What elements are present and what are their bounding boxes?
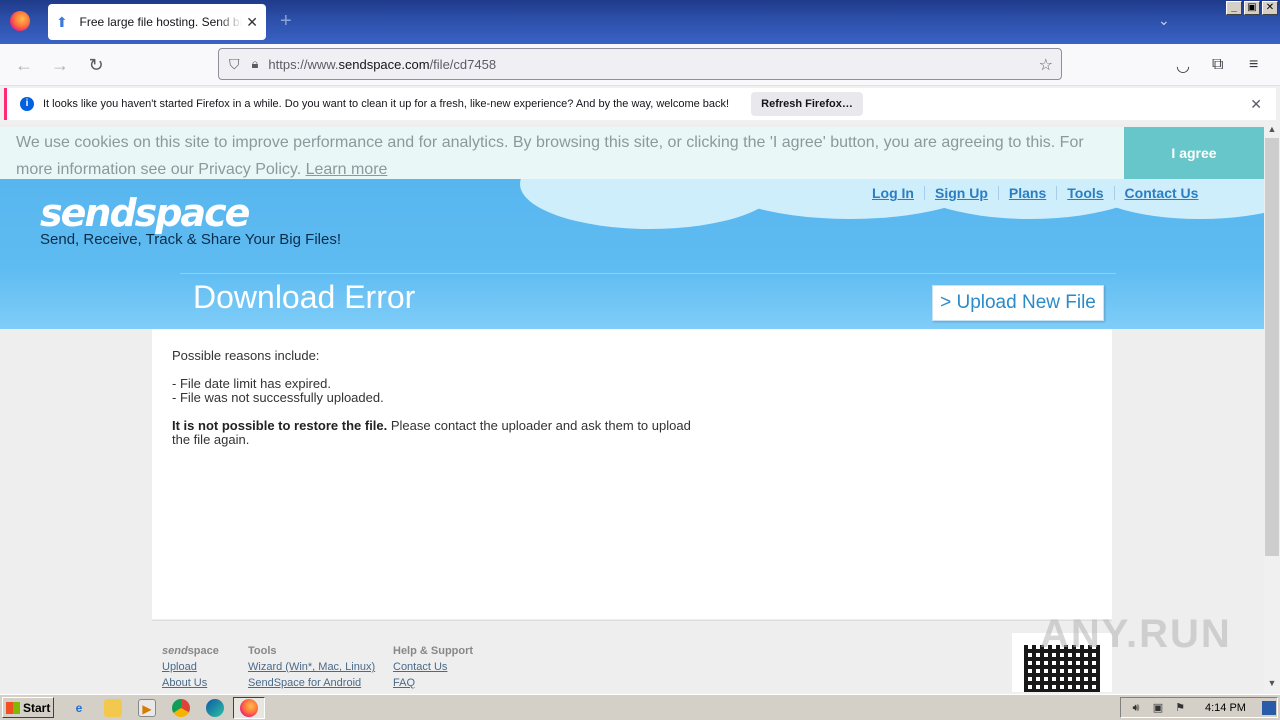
firefox-taskbar-button[interactable] (233, 697, 265, 719)
reasons-list: - File date limit has expired. - File wa… (172, 377, 702, 405)
scrollbar-thumb[interactable] (1265, 138, 1279, 556)
new-tab-button[interactable]: + (280, 10, 292, 33)
page-title: Download Error (193, 279, 416, 315)
site-header: sendspace Send, Receive, Track & Share Y… (0, 179, 1264, 329)
lock-icon[interactable]: 🔒︎ (252, 56, 259, 72)
web-page: We use cookies on this site to improve p… (0, 124, 1264, 692)
window-controls: _ ▣ ✕ (1226, 1, 1278, 15)
restore-bold: It is not possible to restore the file. (172, 418, 388, 433)
footer-col-sendspace: sendspace Upload About Us (162, 643, 219, 691)
reload-icon[interactable]: ↻ (86, 55, 106, 75)
firefox-icon[interactable] (10, 11, 30, 31)
i-agree-button[interactable]: I agree (1124, 127, 1264, 179)
footer-link-faq[interactable]: FAQ (393, 675, 473, 691)
sendspace-logo[interactable]: sendspace (40, 191, 250, 235)
network-icon[interactable]: ▣ (1151, 701, 1165, 715)
chrome-icon[interactable] (172, 699, 190, 717)
nav-log-in[interactable]: Log In (862, 185, 924, 201)
tagline: Send, Receive, Track & Share Your Big Fi… (40, 231, 341, 248)
url-text[interactable]: https://www.sendspace.com/file/cd7458 (268, 57, 496, 72)
footer-link-about-us[interactable]: About Us (162, 675, 219, 691)
show-desktop-icon[interactable] (1261, 700, 1276, 715)
page-scrollbar[interactable]: ▲ ▼ (1264, 124, 1280, 692)
footer-heading-help: Help & Support (393, 645, 474, 657)
reason-expired: - File date limit has expired. (172, 376, 331, 391)
footer-link-upload[interactable]: Upload (162, 659, 219, 675)
nav-contact-us[interactable]: Contact Us (1115, 185, 1209, 201)
top-navigation: Log In Sign Up Plans Tools Contact Us (862, 185, 1208, 201)
pocket-icon[interactable]: ◡ (1176, 56, 1190, 76)
notification-text: It looks like you haven't started Firefo… (43, 98, 730, 110)
restore-message: It is not possible to restore the file. … (172, 419, 702, 447)
site-footer: sendspace Upload About Us Tools Wizard (… (152, 620, 1112, 692)
reasons-intro: Possible reasons include: (172, 348, 320, 363)
footer-heading-tools: Tools (248, 645, 277, 657)
footer-link-wizard[interactable]: Wizard (Win*, Mac, Linux) (248, 659, 375, 675)
clock[interactable]: 4:14 PM (1205, 702, 1246, 714)
shield-icon[interactable]: ⛉ (229, 56, 240, 73)
footer-heading-rest: space (187, 645, 219, 657)
url-prefix: https://www. (268, 56, 339, 72)
nav-sign-up[interactable]: Sign Up (925, 185, 998, 201)
navigation-toolbar: ← → ↻ ⛉ 🔒︎ https://www.sendspace.com/fil… (0, 44, 1280, 86)
bookmark-star-icon[interactable]: ☆ (1039, 55, 1053, 75)
close-icon[interactable]: ✕ (1250, 96, 1262, 113)
url-domain: sendspace.com (338, 56, 430, 72)
cookie-text: We use cookies on this site to improve p… (16, 129, 1106, 183)
flag-icon[interactable]: ⚑ (1173, 701, 1187, 715)
footer-heading-italic: send (162, 645, 188, 657)
menu-icon[interactable]: ≡ (1249, 56, 1258, 74)
extensions-icon[interactable]: ⧉ (1212, 56, 1223, 74)
firefox-notification-bar: i It looks like you haven't started Fire… (4, 88, 1276, 120)
url-path: /file/cd7458 (429, 56, 497, 72)
edge-icon[interactable] (206, 699, 224, 717)
cookie-banner: We use cookies on this site to improve p… (0, 127, 1264, 179)
footer-col-help: Help & Support Contact Us FAQ (393, 643, 473, 691)
forward-arrow-icon[interactable]: → (50, 55, 70, 75)
tab-title: Free large file hosting. Send big fil (79, 15, 243, 29)
nav-plans[interactable]: Plans (999, 185, 1056, 201)
scroll-down-arrow-icon[interactable]: ▼ (1264, 678, 1280, 692)
windows-logo-icon (6, 701, 20, 714)
restore-button[interactable]: ▣ (1244, 1, 1260, 15)
close-tab-icon[interactable]: ✕ (246, 14, 258, 31)
scroll-up-arrow-icon[interactable]: ▲ (1264, 124, 1280, 138)
taskbar: Start e ▶ 🔊︎ ▣ ⚑ 4:14 PM (0, 694, 1280, 720)
volume-icon[interactable]: 🔊︎ (1129, 701, 1143, 715)
url-bar[interactable]: ⛉ 🔒︎ https://www.sendspace.com/file/cd74… (218, 48, 1062, 80)
upload-arrow-icon: ⬆ (56, 14, 68, 30)
minimize-button[interactable]: _ (1226, 1, 1242, 15)
footer-link-contact-us[interactable]: Contact Us (393, 659, 473, 675)
reason-not-uploaded: - File was not successfully uploaded. (172, 390, 384, 405)
internet-explorer-icon[interactable]: e (70, 699, 88, 717)
refresh-firefox-button[interactable]: Refresh Firefox… (751, 92, 863, 116)
header-divider (180, 273, 1116, 274)
tab-sendspace[interactable]: ⬆ Free large file hosting. Send big fil … (48, 4, 266, 40)
cookie-message: We use cookies on this site to improve p… (16, 134, 1084, 178)
file-explorer-icon[interactable] (104, 699, 122, 717)
firefox-icon (240, 699, 258, 717)
chevron-down-icon[interactable]: ⌄ (1158, 12, 1170, 29)
error-content: Possible reasons include: - File date li… (152, 329, 1112, 619)
start-button[interactable]: Start (2, 697, 54, 718)
footer-link-android[interactable]: SendSpace for Android (248, 675, 375, 691)
error-reasons: Possible reasons include: - File date li… (172, 349, 702, 461)
anyrun-watermark: ANY.RUN (1040, 612, 1232, 656)
tab-strip: ⬆ Free large file hosting. Send big fil … (0, 0, 1280, 44)
back-arrow-icon[interactable]: ← (14, 55, 34, 75)
footer-col-tools: Tools Wizard (Win*, Mac, Linux) SendSpac… (248, 643, 375, 691)
footer-heading-sendspace: sendspace (162, 643, 219, 659)
upload-new-file-button[interactable]: > Upload New File (932, 285, 1104, 321)
nav-tools[interactable]: Tools (1057, 185, 1113, 201)
close-window-button[interactable]: ✕ (1262, 1, 1278, 15)
system-tray: 🔊︎ ▣ ⚑ 4:14 PM (1120, 697, 1278, 718)
start-label: Start (23, 700, 51, 715)
info-icon: i (20, 97, 34, 111)
media-player-icon[interactable]: ▶ (138, 699, 156, 717)
learn-more-link[interactable]: Learn more (306, 161, 388, 178)
